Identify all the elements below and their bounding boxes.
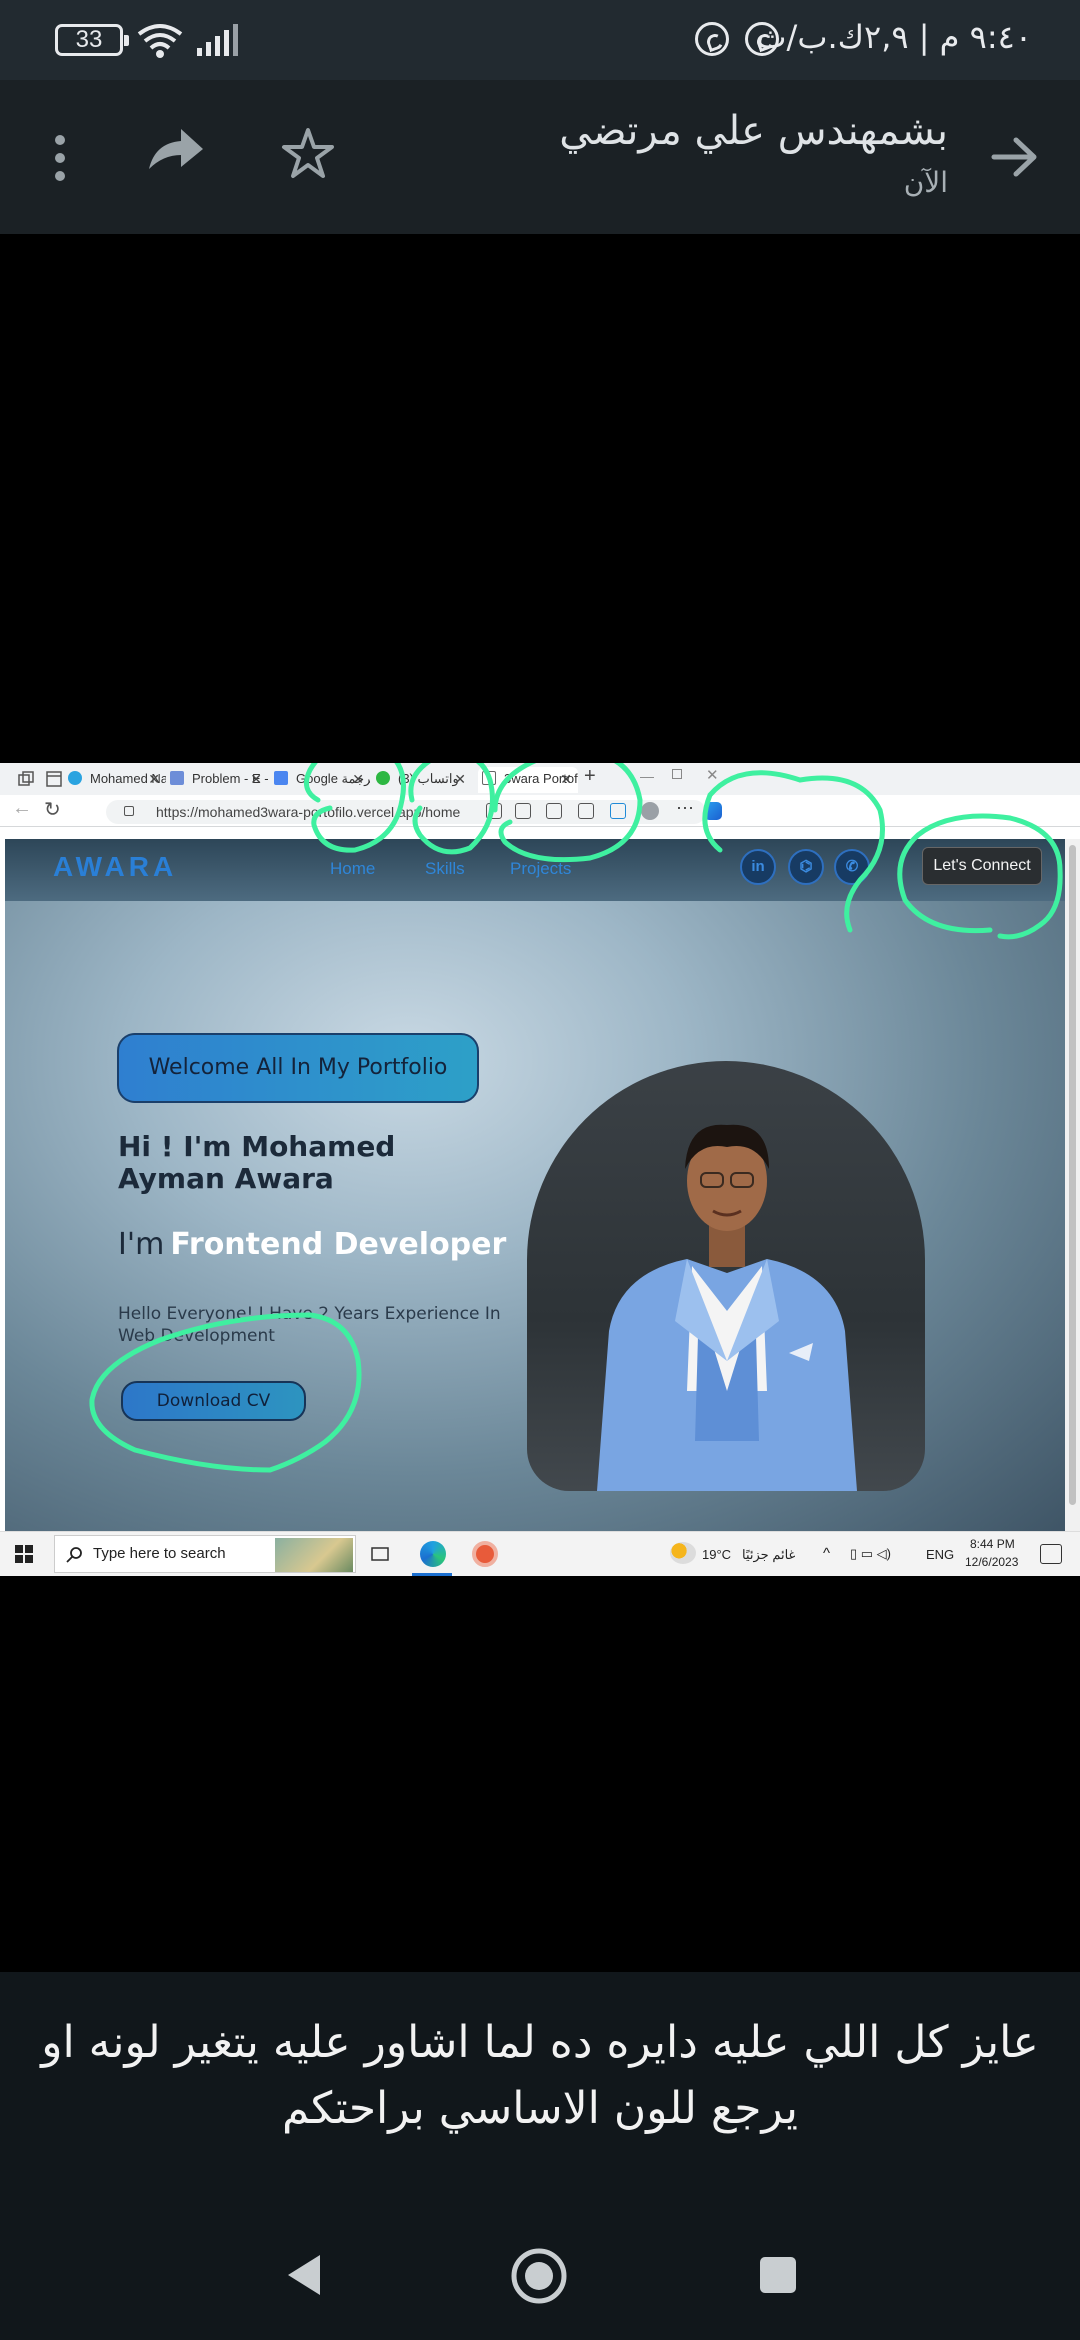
profile-photo-frame xyxy=(527,1061,925,1491)
shared-screenshot[interactable]: Mohamed Nas✕ Problem - E - C✕ Google ترج… xyxy=(0,763,1080,1576)
temperature: 19°C xyxy=(702,1547,732,1562)
search-highlight-image xyxy=(275,1538,353,1572)
message-caption: عايز كل اللي عليه دايره ده لما اشاور علي… xyxy=(41,2017,1039,2134)
close-window-icon[interactable]: ✕ xyxy=(706,766,719,784)
close-tab-icon[interactable]: ✕ xyxy=(560,767,572,791)
task-view-icon[interactable] xyxy=(370,1544,390,1564)
role-title: Frontend Developer xyxy=(170,1227,507,1262)
clock-time[interactable]: 8:44 PM xyxy=(970,1537,1015,1551)
back-nav-icon[interactable] xyxy=(282,2251,324,2299)
chevron-up-icon[interactable]: ^ xyxy=(823,1545,830,1562)
whatsapp-social-icon[interactable]: ✆ xyxy=(834,849,870,885)
close-tab-icon[interactable]: ✕ xyxy=(352,767,364,791)
edge-taskbar-icon[interactable] xyxy=(420,1541,446,1567)
hero-bio: Hello Everyone! I Have 2 Years Experienc… xyxy=(118,1304,501,1346)
telegram-icon xyxy=(68,771,82,785)
weather-icon[interactable] xyxy=(670,1542,696,1564)
lets-connect-button[interactable]: Let's Connect xyxy=(922,847,1042,885)
browser-tab-active[interactable]: 3wara Portofilo✕ xyxy=(478,767,578,793)
new-tab-icon[interactable]: + xyxy=(584,765,596,788)
search-icon xyxy=(66,1547,82,1563)
workspaces-icon[interactable] xyxy=(18,771,34,787)
clock-date[interactable]: 12/6/2023 xyxy=(965,1555,1018,1569)
extensions-icon[interactable] xyxy=(578,803,594,819)
whatsapp-icon xyxy=(695,22,729,56)
download-cv-button[interactable]: Download CV xyxy=(121,1381,306,1421)
split-screen-icon[interactable] xyxy=(486,803,502,819)
wifi-icon xyxy=(137,24,183,58)
copilot-icon[interactable] xyxy=(704,802,722,820)
more-options-icon[interactable] xyxy=(52,134,68,184)
refresh-icon[interactable]: ↻ xyxy=(44,797,61,822)
settings-more-icon[interactable]: ··· xyxy=(676,797,694,818)
address-bar: ← ↻ https://mohamed3wara-portofilo.verce… xyxy=(0,795,1080,827)
hero-role: I'm Frontend Developer xyxy=(118,1227,507,1262)
site-navbar: AWARA Home Skills Projects in ⌬ ✆ Let's … xyxy=(5,839,1065,901)
close-tab-icon[interactable]: ✕ xyxy=(454,767,466,791)
hero-heading: Hi ! I'm Mohamed Ayman Awara xyxy=(118,1130,396,1195)
linkedin-icon[interactable]: in xyxy=(740,849,776,885)
scrollbar-thumb[interactable] xyxy=(1069,845,1076,1505)
profile-photo xyxy=(597,1124,857,1491)
whatsapp-tab-icon xyxy=(376,771,390,785)
signal-icon xyxy=(197,24,238,56)
browser-tab[interactable]: Mohamed Nas✕ xyxy=(68,767,166,793)
nav-projects[interactable]: Projects xyxy=(510,859,571,879)
codeforces-icon xyxy=(170,771,184,785)
profile-icon[interactable] xyxy=(641,802,659,820)
edge-bar-icon[interactable] xyxy=(610,803,626,819)
paint-app-icon[interactable] xyxy=(472,1541,498,1567)
message-time: الآن xyxy=(903,166,948,199)
android-nav-bar xyxy=(0,2227,1080,2340)
status-bar: 33 ٩:٤٠ م | ٢,٩ك.ب/ث xyxy=(0,0,1080,80)
browser-tab[interactable]: (3) واتساب ✕ xyxy=(376,767,472,793)
browser-tab[interactable]: Google ترجمة✕ xyxy=(274,767,370,793)
recents-nav-icon[interactable] xyxy=(758,2255,798,2295)
language-indicator[interactable]: ENG xyxy=(926,1547,954,1562)
portfolio-website: AWARA Home Skills Projects in ⌬ ✆ Let's … xyxy=(5,839,1065,1531)
sender-name: بشمهندس علي مرتضي xyxy=(559,108,948,154)
arrow-right-icon[interactable] xyxy=(990,132,1040,182)
site-logo[interactable]: AWARA xyxy=(53,851,177,883)
status-time: ٩:٤٠ م | ٢,٩ك.ب/ث xyxy=(756,18,1032,56)
battery-icon: 33 xyxy=(55,24,129,56)
maximize-icon[interactable] xyxy=(672,769,682,779)
weather-text: غائم جزئيًا xyxy=(742,1547,796,1562)
windows-taskbar: Type here to search 19°C غائم جزئيًا ^ ▯… xyxy=(0,1531,1080,1576)
collections-icon[interactable] xyxy=(546,803,562,819)
close-tab-icon[interactable]: ✕ xyxy=(250,767,262,791)
google-translate-icon xyxy=(274,771,288,785)
favorites-icon[interactable] xyxy=(515,803,531,819)
active-app-indicator xyxy=(412,1573,452,1576)
browser-tab-bar: Mohamed Nas✕ Problem - E - C✕ Google ترج… xyxy=(0,763,1080,795)
browser-tab[interactable]: Problem - E - C✕ xyxy=(170,767,268,793)
star-icon[interactable] xyxy=(280,126,336,180)
home-nav-icon[interactable] xyxy=(510,2247,568,2305)
nav-skills[interactable]: Skills xyxy=(425,859,465,879)
back-icon[interactable]: ← xyxy=(12,797,32,820)
notifications-icon[interactable] xyxy=(1040,1544,1062,1564)
system-tray-icons[interactable]: ▯ ▭ ◁) xyxy=(850,1546,891,1562)
windows-start-icon[interactable] xyxy=(15,1545,33,1563)
welcome-banner: Welcome All In My Portfolio xyxy=(117,1033,479,1103)
page-icon xyxy=(482,771,496,785)
close-tab-icon[interactable]: ✕ xyxy=(148,767,160,791)
nav-home[interactable]: Home xyxy=(330,859,375,879)
taskbar-search[interactable]: Type here to search xyxy=(54,1535,356,1573)
tab-actions-icon[interactable] xyxy=(46,771,62,787)
lock-icon xyxy=(124,806,134,816)
minimize-icon[interactable]: — xyxy=(640,768,654,784)
github-icon[interactable]: ⌬ xyxy=(788,849,824,885)
forward-share-icon[interactable] xyxy=(145,125,205,175)
